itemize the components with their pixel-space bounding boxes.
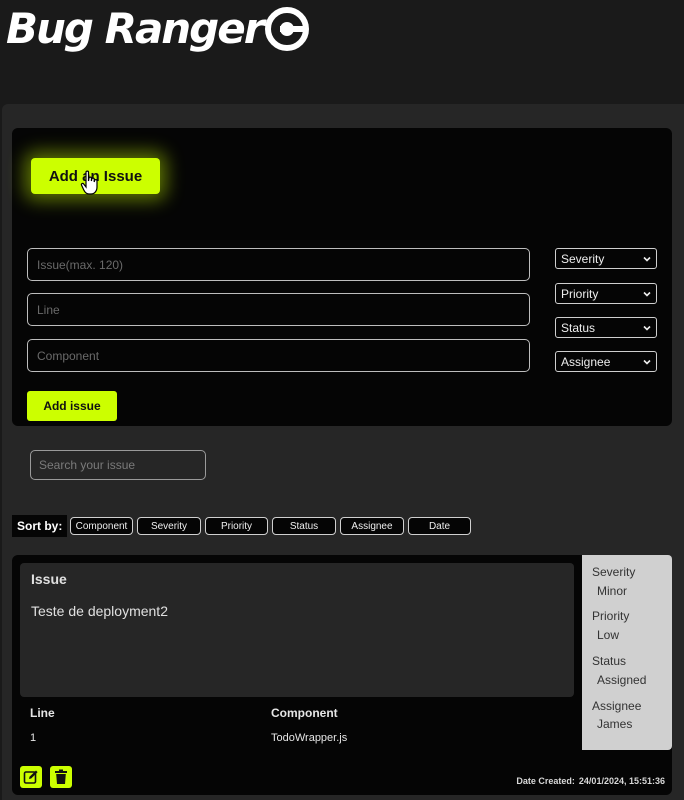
date-created-value: 24/01/2024, 15:51:36 (578, 776, 665, 786)
assignee-value: James (597, 717, 633, 731)
severity-select[interactable]: Severity (555, 248, 657, 269)
sort-severity-button[interactable]: Severity (137, 517, 201, 535)
sort-priority-button[interactable]: Priority (205, 517, 268, 535)
priority-label: Priority (592, 609, 630, 623)
sort-component-button[interactable]: Component (70, 517, 133, 535)
assignee-select[interactable]: Assignee (555, 351, 657, 372)
line-input[interactable]: Line (27, 293, 530, 326)
status-select-value: Status (561, 320, 596, 335)
date-created-label: Date Created: (516, 776, 575, 786)
app-logo: Bug Ranger (6, 2, 310, 56)
sort-status-button[interactable]: Status (272, 517, 336, 535)
issue-description-box (20, 563, 574, 697)
severity-select-value: Severity (561, 251, 605, 266)
sort-label: Sort by: (12, 515, 68, 537)
line-header: Line (30, 706, 55, 720)
component-value: TodoWrapper.js (271, 732, 348, 744)
add-issue-submit-button[interactable]: Add issue (27, 391, 117, 421)
status-value: Assigned (597, 673, 647, 687)
sort-assignee-button[interactable]: Assignee (340, 517, 404, 535)
issue-heading: Issue (31, 571, 67, 587)
edit-icon (23, 770, 38, 784)
edit-button[interactable] (20, 766, 42, 788)
chevron-down-icon (643, 256, 651, 262)
assignee-label: Assignee (592, 699, 642, 713)
component-header: Component (271, 706, 338, 720)
target-icon (265, 7, 310, 51)
delete-button[interactable] (50, 766, 72, 788)
search-input[interactable]: Search your issue (30, 450, 206, 480)
severity-label: Severity (592, 565, 636, 579)
component-input[interactable]: Component (27, 339, 530, 372)
issue-text: Teste de deployment2 (31, 603, 168, 619)
priority-select[interactable]: Priority (555, 283, 657, 304)
status-select[interactable]: Status (555, 317, 657, 338)
date-created: Date Created: 24/01/2024, 15:51:36 (516, 776, 665, 786)
chevron-down-icon (643, 291, 651, 297)
app-title: Bug Ranger (6, 4, 264, 53)
severity-value: Minor (597, 584, 628, 598)
chevron-down-icon (643, 359, 651, 365)
chevron-down-icon (643, 325, 651, 331)
assignee-select-value: Assignee (561, 354, 611, 369)
hand-cursor-icon (80, 170, 98, 195)
issue-meta-panel: Severity Minor Priority Low Status Assig… (582, 555, 672, 750)
priority-select-value: Priority (561, 286, 599, 301)
sort-date-button[interactable]: Date (408, 517, 471, 535)
line-value: 1 (30, 732, 37, 744)
issue-input[interactable]: Issue(max. 120) (27, 248, 530, 281)
priority-value: Low (597, 628, 620, 642)
status-label: Status (592, 654, 627, 668)
trash-icon (55, 769, 67, 784)
